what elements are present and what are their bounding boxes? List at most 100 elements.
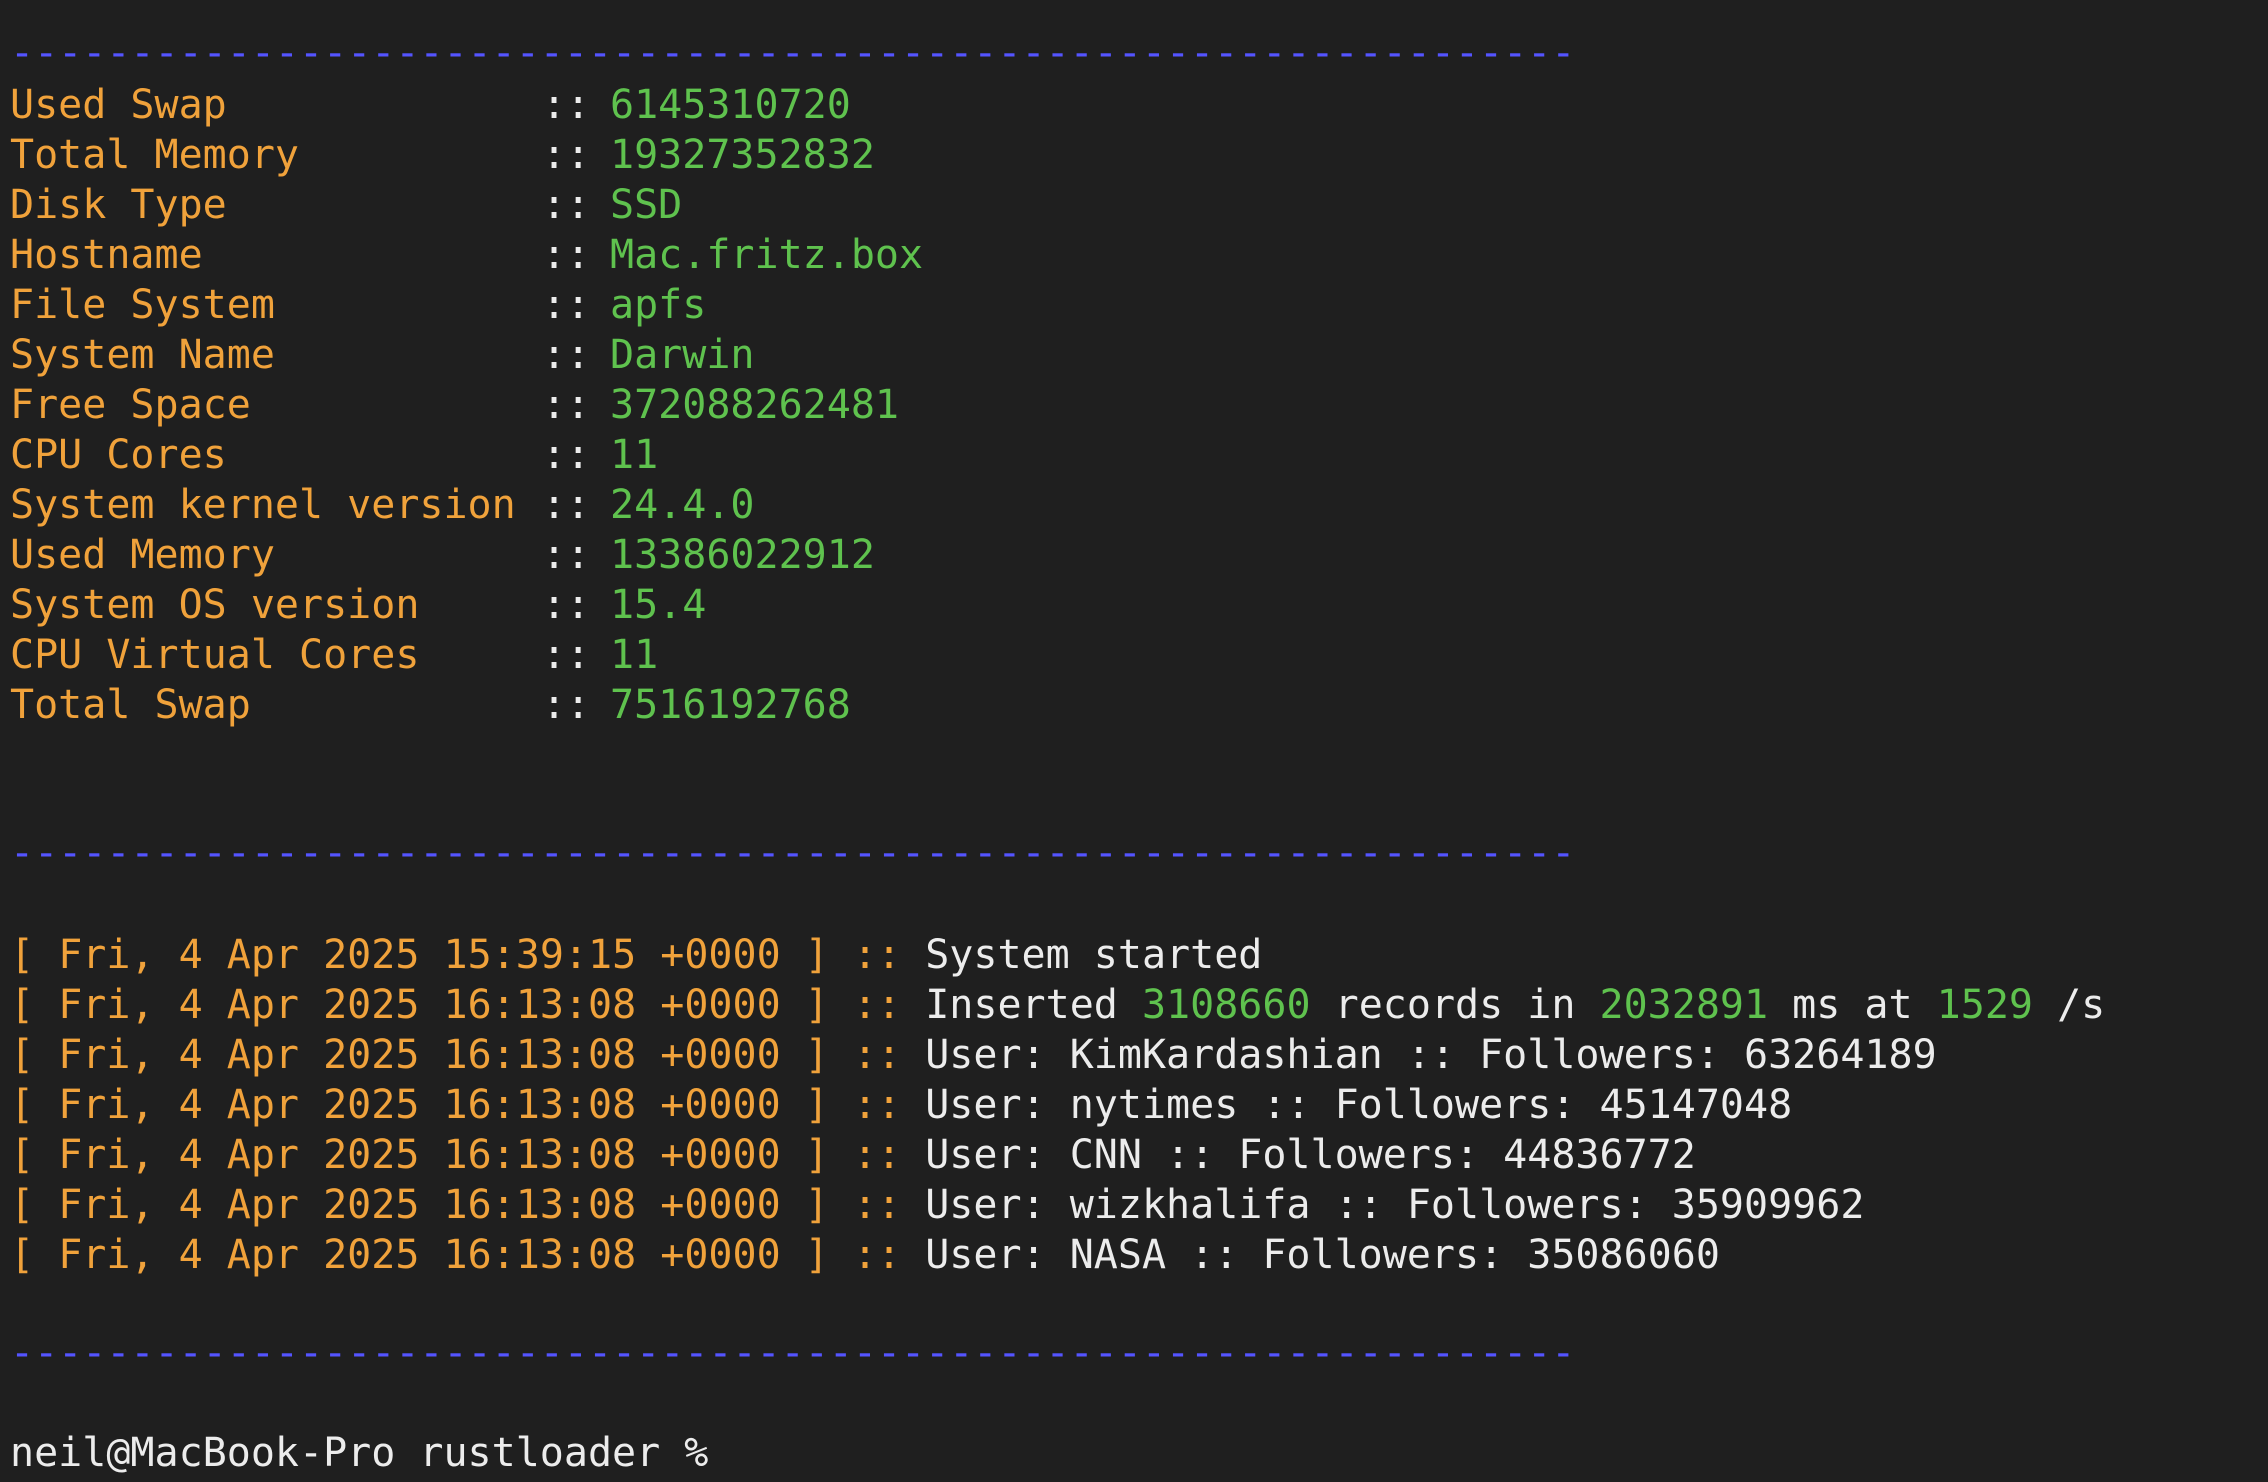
sysinfo-value: 6145310720 <box>610 82 851 128</box>
kv-delimiter: :: <box>542 82 615 128</box>
sysinfo-value: apfs <box>610 282 707 328</box>
sysinfo-row: System kernel version:: 24.4.0 <box>10 480 755 530</box>
log-timestamp: Fri, 4 Apr 2025 16:13:08 +0000 <box>58 982 781 1028</box>
log-close-bracket: ] <box>804 1132 829 1178</box>
kv-delimiter: :: <box>542 482 615 528</box>
log-timestamp: Fri, 4 Apr 2025 16:13:08 +0000 <box>58 1232 781 1278</box>
log-message: System started <box>925 932 1263 978</box>
kv-delimiter: :: <box>542 282 615 328</box>
sysinfo-key: Disk Type <box>10 182 227 228</box>
log-entry: [ Fri, 4 Apr 2025 15:39:15 +0000 ] :: Sy… <box>10 930 1262 980</box>
log-delimiter: :: <box>852 932 902 978</box>
log-entry: [ Fri, 4 Apr 2025 16:13:08 +0000 ] :: Us… <box>10 1030 1937 1080</box>
kv-delimiter: :: <box>542 332 615 378</box>
shell-prompt[interactable]: neil@MacBook-Pro rustloader % <box>10 1428 732 1478</box>
sysinfo-row: CPU Cores:: 11 <box>10 430 658 480</box>
kv-delimiter: :: <box>542 182 615 228</box>
log-delimiter: :: <box>852 1182 902 1228</box>
kv-delimiter: :: <box>542 582 615 628</box>
log-timestamp: Fri, 4 Apr 2025 15:39:15 +0000 <box>58 932 781 978</box>
log-delimiter: :: <box>852 1232 902 1278</box>
duration-ms: 2032891 <box>1599 982 1769 1028</box>
sysinfo-row: Total Memory:: 19327352832 <box>10 130 875 180</box>
sysinfo-key: Hostname <box>10 232 203 278</box>
sysinfo-key: System kernel version <box>10 482 516 528</box>
log-message-mid: ms at <box>1768 982 1937 1028</box>
sysinfo-value: 11 <box>610 432 659 478</box>
kv-delimiter: :: <box>542 382 615 428</box>
log-message: User: nytimes :: Followers: 45147048 <box>925 1082 1793 1128</box>
log-open-bracket: [ <box>10 1232 35 1278</box>
sysinfo-value: 13386022912 <box>610 532 875 578</box>
sysinfo-key: Used Memory <box>10 532 275 578</box>
log-message-mid: records in <box>1310 982 1600 1028</box>
sysinfo-row: Disk Type:: SSD <box>10 180 682 230</box>
log-close-bracket: ] <box>804 1232 829 1278</box>
sysinfo-key: Free Space <box>10 382 251 428</box>
sysinfo-row: Free Space:: 372088262481 <box>10 380 899 430</box>
sysinfo-value: 19327352832 <box>610 132 875 178</box>
terminal-window[interactable]: ----------------------------------------… <box>10 0 2260 1482</box>
sysinfo-key: Used Swap <box>10 82 227 128</box>
log-close-bracket: ] <box>804 932 829 978</box>
sysinfo-row: System OS version:: 15.4 <box>10 580 706 630</box>
log-delimiter: :: <box>852 1132 902 1178</box>
log-open-bracket: [ <box>10 982 35 1028</box>
log-message: User: KimKardashian :: Followers: 632641… <box>925 1032 1937 1078</box>
log-entry: [ Fri, 4 Apr 2025 16:13:08 +0000 ] :: Us… <box>10 1230 1720 1280</box>
prompt-text: neil@MacBook-Pro rustloader % <box>10 1430 733 1476</box>
sysinfo-key: Total Swap <box>10 682 251 728</box>
log-delimiter: :: <box>852 982 902 1028</box>
log-entry: [ Fri, 4 Apr 2025 16:13:08 +0000 ] :: Us… <box>10 1080 1792 1130</box>
log-message: User: CNN :: Followers: 44836772 <box>925 1132 1696 1178</box>
log-delimiter: :: <box>852 1082 902 1128</box>
log-entry: [ Fri, 4 Apr 2025 16:13:08 +0000 ] :: Us… <box>10 1130 1696 1180</box>
sysinfo-value: SSD <box>610 182 683 228</box>
sysinfo-row: Hostname:: Mac.fritz.box <box>10 230 923 280</box>
insert-rate: 1529 <box>1936 982 2033 1028</box>
kv-delimiter: :: <box>542 632 615 678</box>
sysinfo-key: File System <box>10 282 275 328</box>
sysinfo-value: 24.4.0 <box>610 482 755 528</box>
log-open-bracket: [ <box>10 932 35 978</box>
log-close-bracket: ] <box>804 982 829 1028</box>
log-entry: [ Fri, 4 Apr 2025 16:13:08 +0000 ] :: Us… <box>10 1180 1864 1230</box>
sysinfo-row: Used Memory:: 13386022912 <box>10 530 875 580</box>
log-entry: [ Fri, 4 Apr 2025 16:13:08 +0000 ] :: In… <box>10 980 2105 1030</box>
kv-delimiter: :: <box>542 132 615 178</box>
sysinfo-value: 15.4 <box>610 582 707 628</box>
sysinfo-row: File System:: apfs <box>10 280 706 330</box>
sysinfo-value: Darwin <box>610 332 755 378</box>
log-delimiter: :: <box>852 1032 902 1078</box>
log-open-bracket: [ <box>10 1182 35 1228</box>
sysinfo-key: CPU Virtual Cores <box>10 632 420 678</box>
sysinfo-row: Total Swap:: 7516192768 <box>10 680 851 730</box>
sysinfo-key: System OS version <box>10 582 420 628</box>
log-timestamp: Fri, 4 Apr 2025 16:13:08 +0000 <box>58 1082 781 1128</box>
separator-line: ----------------------------------------… <box>10 1330 1576 1376</box>
sysinfo-key: Total Memory <box>10 132 299 178</box>
sysinfo-key: CPU Cores <box>10 432 227 478</box>
sysinfo-key: System Name <box>10 332 275 378</box>
log-close-bracket: ] <box>804 1032 829 1078</box>
log-close-bracket: ] <box>804 1082 829 1128</box>
log-message-prefix: Inserted <box>925 982 1142 1028</box>
log-message: User: NASA :: Followers: 35086060 <box>925 1232 1720 1278</box>
log-open-bracket: [ <box>10 1082 35 1128</box>
sysinfo-row: Used Swap:: 6145310720 <box>10 80 851 130</box>
separator-line: ----------------------------------------… <box>10 30 1576 76</box>
records-count: 3108660 <box>1141 982 1311 1028</box>
log-close-bracket: ] <box>804 1182 829 1228</box>
sysinfo-row: System Name:: Darwin <box>10 330 755 380</box>
log-message-suffix: /s <box>2033 982 2106 1028</box>
kv-delimiter: :: <box>542 682 615 728</box>
log-message: User: wizkhalifa :: Followers: 35909962 <box>925 1182 1865 1228</box>
sysinfo-value: 372088262481 <box>610 382 899 428</box>
log-open-bracket: [ <box>10 1032 35 1078</box>
log-timestamp: Fri, 4 Apr 2025 16:13:08 +0000 <box>58 1182 781 1228</box>
sysinfo-row: CPU Virtual Cores:: 11 <box>10 630 658 680</box>
sysinfo-value: 11 <box>610 632 659 678</box>
kv-delimiter: :: <box>542 532 615 578</box>
log-open-bracket: [ <box>10 1132 35 1178</box>
log-timestamp: Fri, 4 Apr 2025 16:13:08 +0000 <box>58 1132 781 1178</box>
